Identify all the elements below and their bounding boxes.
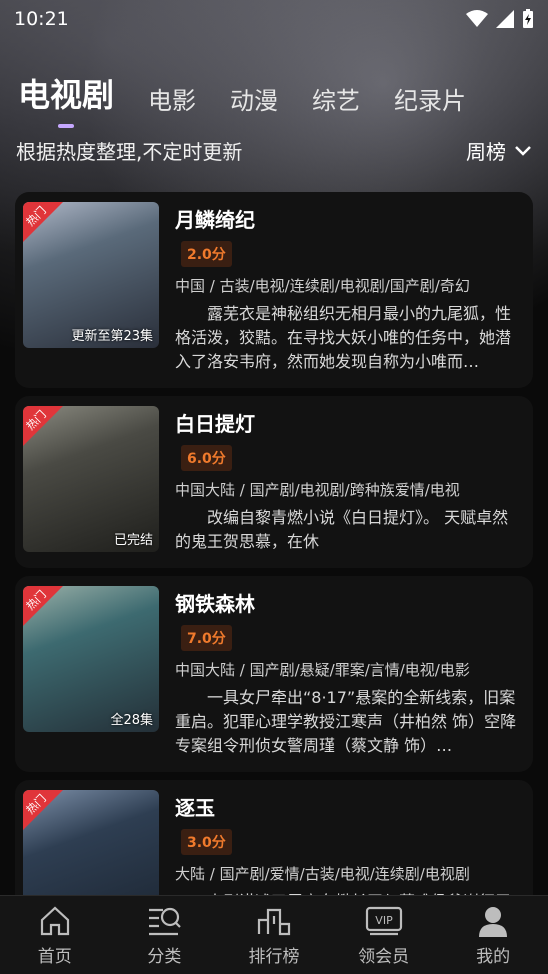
show-score: 3.0分 [181,829,232,855]
nav-category-label: 分类 [147,946,182,967]
show-card[interactable]: 热门 更新至第23集 月鳞绮纪 2.0分 中国 / 古装/电视/连续剧/电视剧/… [15,192,533,388]
profile-icon [479,906,508,937]
show-info: 月鳞绮纪 2.0分 中国 / 古装/电视/连续剧/电视剧/国产剧/奇幻 露芜衣是… [175,202,523,378]
home-icon [40,906,69,935]
rank-period-select[interactable]: 周榜 [466,136,532,165]
status-bar: 10:21 [0,0,548,38]
ranking-list: 热门 更新至第23集 月鳞绮纪 2.0分 中国 / 古装/电视/连续剧/电视剧/… [15,192,533,948]
show-poster[interactable]: 热门 全28集 [23,586,159,732]
show-tags: 大陆 / 国产剧/爱情/古装/电视/连续剧/电视剧 [175,865,470,883]
show-title: 白日提灯 [175,412,255,436]
tab-tv[interactable]: 电视剧 [18,70,114,128]
battery-icon [523,9,533,28]
nav-ranking[interactable]: 排行榜 [229,904,319,967]
show-title: 月鳞绮纪 [175,208,255,232]
status-time: 10:21 [14,8,69,30]
nav-home-label: 首页 [37,946,72,967]
show-poster[interactable]: 热门 更新至第23集 [23,202,159,348]
show-card[interactable]: 热门 全28集 钢铁森林 7.0分 中国大陆 / 国产剧/悬疑/罪案/言情/电视… [15,576,533,772]
nav-ranking-label: 排行榜 [248,946,300,967]
vip-icon: VIP [365,906,402,935]
tab-anime[interactable]: 动漫 [230,81,278,116]
show-tags: 中国大陆 / 国产剧/悬疑/罪案/言情/电视/电影 [175,661,470,679]
chevron-down-icon [515,145,531,156]
ranking-icon [257,908,291,935]
show-score: 7.0分 [181,625,232,651]
show-description: 露芜衣是神秘组织无相月最小的九尾狐，性格活泼，狡黠。在寻找大妖小唯的任务中，她潜… [175,304,512,371]
category-search-icon [149,907,182,935]
status-icons [466,9,534,29]
show-tags: 中国 / 古装/电视/连续剧/电视剧/国产剧/奇幻 [175,277,470,295]
show-info: 钢铁森林 7.0分 中国大陆 / 国产剧/悬疑/罪案/言情/电视/电影 一具女尸… [175,586,523,762]
show-description: 一具女尸牵出“8·17”悬案的全新线索，旧案重启。犯罪心理学教授江寒声（井柏然 … [175,688,517,755]
show-tags: 中国大陆 / 国产剧/电视剧/跨种族爱情/电视 [175,481,460,499]
show-poster[interactable]: 热门 已完结 [23,406,159,552]
episode-status: 全28集 [110,713,153,728]
nav-profile[interactable]: 我的 [448,904,538,967]
show-title: 逐玉 [175,796,215,820]
nav-category[interactable]: 分类 [119,904,209,967]
show-description: 改编自黎青燃小说《白日提灯》。 天赋卓然的鬼王贺思慕，在休 [175,508,509,551]
nav-home[interactable]: 首页 [10,904,100,967]
show-score: 6.0分 [181,445,232,471]
tab-documentary[interactable]: 纪录片 [394,81,466,116]
nav-profile-label: 我的 [476,946,511,967]
subtitle-row: 根据热度整理,不定时更新 周榜 [16,136,532,165]
category-tabs: 电视剧 电影 动漫 综艺 纪录片 [18,70,466,128]
tab-variety[interactable]: 综艺 [312,81,360,116]
nav-vip-label: 领会员 [358,946,410,967]
show-card[interactable]: 热门 已完结 白日提灯 6.0分 中国大陆 / 国产剧/电视剧/跨种族爱情/电视… [15,396,533,568]
show-title: 钢铁森林 [175,592,255,616]
signal-icon [496,10,514,28]
bottom-nav: 首页 分类 排行榜 VIP 领会员 我的 [0,895,548,974]
episode-status: 更新至第23集 [71,329,153,344]
ranking-subtitle: 根据热度整理,不定时更新 [16,140,243,164]
wifi-icon [466,10,488,27]
svg-text:VIP: VIP [375,914,393,927]
show-score: 2.0分 [181,241,232,267]
nav-vip[interactable]: VIP 领会员 [339,904,429,967]
tab-movie[interactable]: 电影 [148,81,196,116]
rank-period-label: 周榜 [466,140,506,164]
episode-status: 已完结 [113,533,153,548]
show-info: 白日提灯 6.0分 中国大陆 / 国产剧/电视剧/跨种族爱情/电视 改编自黎青燃… [175,406,523,558]
